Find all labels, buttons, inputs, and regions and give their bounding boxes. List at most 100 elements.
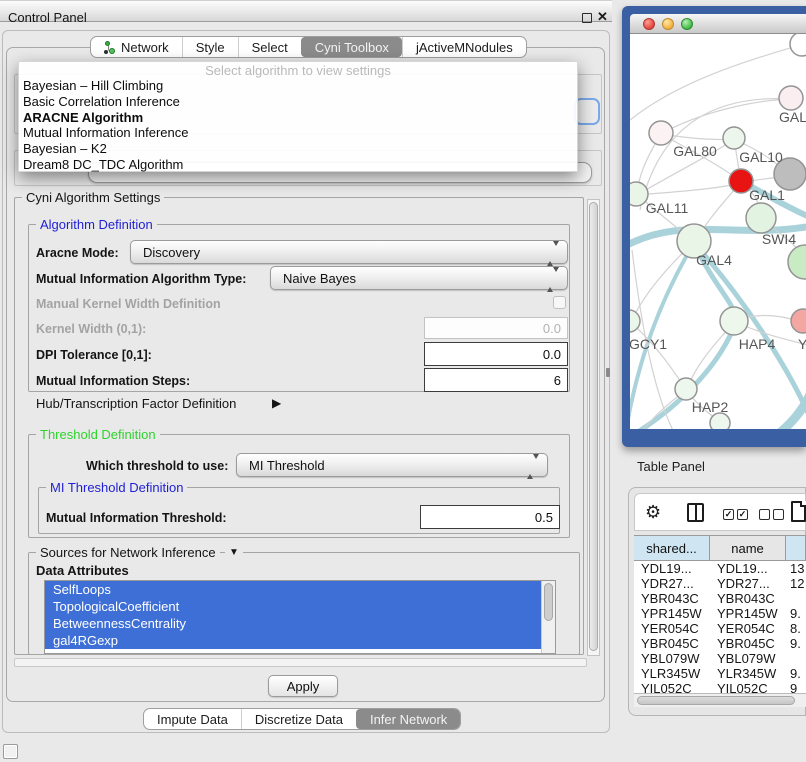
mi-threshold-label: Mutual Information Threshold: (46, 511, 227, 525)
node-salmon[interactable] (791, 309, 806, 333)
cell: YLR345W (710, 666, 786, 681)
scrollbar-thumb[interactable] (637, 696, 795, 705)
attribute-item[interactable]: SelfLoops (45, 581, 555, 598)
node-label: GAL4 (696, 252, 732, 268)
select-all-icon[interactable]: ✓ ✓ (723, 509, 748, 520)
aracne-mode-value: Discovery (143, 245, 200, 260)
mi-threshold-field[interactable]: 0.5 (420, 505, 560, 529)
node-hap2[interactable] (675, 378, 697, 400)
cell: YER054C (634, 621, 710, 636)
list-scrollbar[interactable] (541, 581, 555, 653)
float-window-icon[interactable] (582, 13, 592, 23)
dropdown-item[interactable]: Mutual Information Inference (19, 125, 577, 141)
apply-button[interactable]: Apply (268, 675, 338, 697)
zoom-traffic-light[interactable] (681, 18, 693, 30)
node-swi4[interactable] (746, 203, 776, 233)
close-icon[interactable]: ✕ (597, 9, 608, 25)
node-gal80[interactable] (649, 121, 673, 145)
column-header-name[interactable]: name (710, 536, 786, 560)
table-row[interactable]: YBL079WYBL079W (634, 651, 806, 666)
node-label: GAL10 (739, 149, 783, 165)
file-icon[interactable] (791, 501, 806, 522)
node-green-right[interactable] (788, 245, 806, 279)
node-gal10[interactable] (723, 127, 745, 149)
cell (786, 591, 806, 606)
node-partial-top[interactable] (790, 34, 806, 56)
cell: YDR27... (710, 576, 786, 591)
spinner-icon (527, 459, 539, 474)
mi-steps-field[interactable]: 6 (424, 368, 568, 392)
tab-cyni-toolbox[interactable]: Cyni Toolbox (301, 37, 402, 57)
table-row[interactable]: YER054CYER054C8. (634, 621, 806, 636)
collapse-down-icon[interactable]: ▼ (225, 547, 243, 558)
attribute-item[interactable]: TopologicalCoefficient (45, 598, 555, 615)
tab-style[interactable]: Style (182, 37, 238, 57)
dropdown-item[interactable]: Bayesian – Hill Climbing (19, 78, 577, 94)
checked-box-icon: ✓ (723, 509, 734, 520)
network-canvas[interactable]: GAL GAL80 GAL10 GAL1 GAL11 SWI4 GAL4 GCY… (630, 34, 806, 429)
cell: YPR145W (634, 606, 710, 621)
tab-discretize-data[interactable]: Discretize Data (241, 709, 356, 729)
node-gal-top[interactable] (779, 86, 803, 110)
mi-algorithm-type-label: Mutual Information Algorithm Type: (36, 272, 246, 286)
network-window-titlebar[interactable] (630, 14, 806, 34)
gear-icon[interactable]: ⚙ (645, 502, 661, 523)
mi-algorithm-type-combo[interactable]: Naive Bayes (270, 266, 568, 290)
tab-impute-data[interactable]: Impute Data (144, 709, 241, 729)
table-row[interactable]: YBR043CYBR043C (634, 591, 806, 606)
data-attributes-list[interactable]: SelfLoops TopologicalCoefficient Between… (44, 580, 556, 654)
dropdown-item-selected[interactable]: ARACNE Algorithm (19, 110, 577, 126)
spinner-icon (547, 246, 559, 261)
cell: 8. (786, 621, 806, 636)
table-body[interactable]: YDL19...YDL19...13 YDR27...YDR27...12 YB… (634, 561, 806, 697)
cell: 9. (786, 636, 806, 651)
kernel-width-field[interactable]: 0.0 (424, 317, 568, 339)
which-threshold-combo[interactable]: MI Threshold (236, 453, 548, 477)
deselect-all-icon[interactable] (759, 509, 784, 520)
table-horizontal-scrollbar[interactable] (634, 693, 806, 707)
columns-icon[interactable] (687, 503, 704, 522)
collapsed-panel-icon[interactable] (3, 744, 18, 759)
node-hap4[interactable] (720, 307, 748, 335)
expand-right-icon[interactable]: ▶ (272, 396, 281, 410)
table-row[interactable]: YDR27...YDR27...12 (634, 576, 806, 591)
control-panel-titlebar[interactable]: Control Panel ✕ (0, 0, 612, 22)
minimize-traffic-light[interactable] (662, 18, 674, 30)
attribute-item[interactable]: BetweennessCentrality (45, 615, 555, 632)
column-header-shared-name[interactable]: shared... (634, 536, 710, 560)
scrollbar-thumb[interactable] (544, 583, 553, 621)
tab-network[interactable]: Network (91, 37, 182, 57)
unchecked-box-icon (773, 509, 784, 520)
tab-select[interactable]: Select (238, 37, 301, 57)
table-row[interactable]: YBR045CYBR045C9. (634, 636, 806, 651)
unchecked-box-icon (759, 509, 770, 520)
dropdown-item[interactable]: Bayesian – K2 (19, 141, 577, 157)
settings-vertical-scrollbar[interactable] (587, 199, 600, 656)
scrollbar-thumb[interactable] (589, 202, 598, 651)
tab-infer-network[interactable]: Infer Network (356, 709, 460, 729)
tab-cyni-toolbox-label: Cyni Toolbox (315, 40, 389, 55)
table-row[interactable]: YDL19...YDL19...13 (634, 561, 806, 576)
hub-definition-expander-label[interactable]: Hub/Transcription Factor Definition (36, 396, 236, 411)
dpi-tolerance-field[interactable]: 0.0 (424, 342, 568, 366)
aracne-mode-combo[interactable]: Discovery (130, 240, 568, 264)
tab-impute-data-label: Impute Data (157, 712, 228, 727)
cyni-algorithm-settings-title: Cyni Algorithm Settings (22, 190, 164, 205)
manual-kernel-width-checkbox[interactable] (553, 296, 566, 309)
table-row[interactable]: YLR345WYLR345W9. (634, 666, 806, 681)
cell: YLR345W (634, 666, 710, 681)
tab-jactivemnodules[interactable]: jActiveMNodules (402, 37, 526, 57)
close-traffic-light[interactable] (643, 18, 655, 30)
dropdown-item[interactable]: Dream8 DC_TDC Algorithm (19, 157, 577, 173)
tab-style-label: Style (196, 40, 225, 55)
panel-splitter-handle[interactable] (606, 368, 610, 377)
column-header-partial[interactable] (786, 536, 806, 560)
screen: Control Panel ✕ Network Style Select Cyn… (0, 0, 806, 762)
cell: YDR27... (634, 576, 710, 591)
sources-title: Sources for Network Inference (36, 545, 220, 560)
node-partial-bottom[interactable] (710, 413, 730, 429)
attribute-item[interactable]: gal4RGexp (45, 632, 555, 649)
table-row[interactable]: YPR145WYPR145W9. (634, 606, 806, 621)
settings-horizontal-scrollbar[interactable] (14, 658, 587, 667)
dropdown-item[interactable]: Basic Correlation Inference (19, 94, 577, 110)
